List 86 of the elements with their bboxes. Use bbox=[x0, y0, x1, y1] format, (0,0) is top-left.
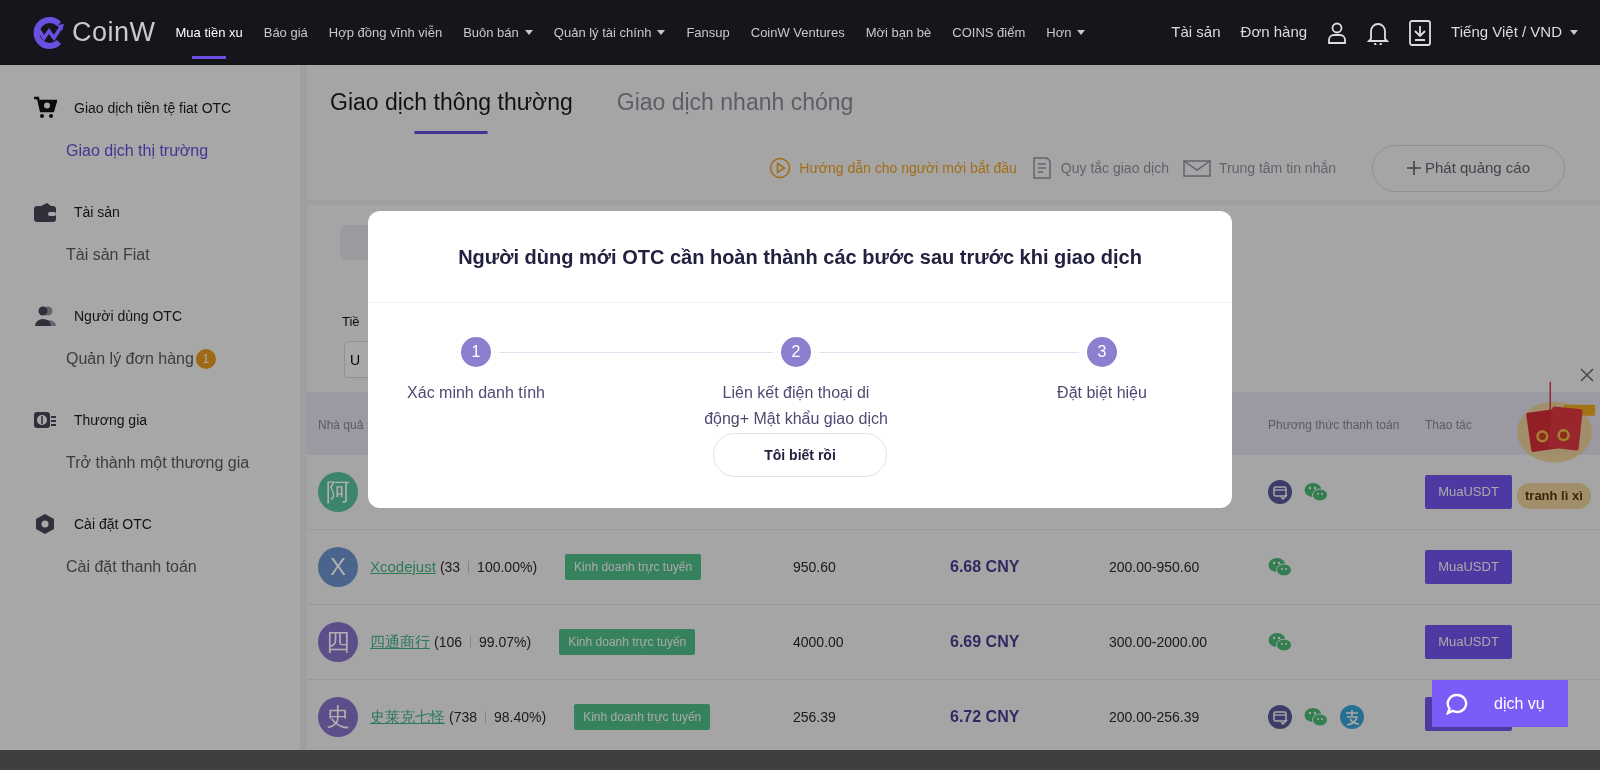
plus-icon bbox=[1406, 161, 1421, 175]
toolbar-link[interactable]: Trung tâm tin nhắn bbox=[1219, 157, 1336, 179]
sidebar-heading: Tài sản bbox=[74, 202, 120, 222]
buy-button[interactable]: MuaUSDT bbox=[1425, 550, 1512, 584]
column-header: Thao tác bbox=[1425, 417, 1472, 432]
account-link[interactable]: Tài sản bbox=[1171, 21, 1221, 44]
avatar: 阿 bbox=[318, 472, 358, 512]
table-cell: 256.39 bbox=[793, 709, 836, 725]
order-count: (106 bbox=[434, 632, 463, 652]
completion-rate: 98.40%) bbox=[494, 707, 547, 727]
status-tag: Kinh doanh trực tuyến bbox=[565, 554, 702, 580]
caret-icon bbox=[657, 30, 666, 35]
nav-link[interactable]: CoinW Ventures bbox=[750, 0, 845, 65]
caret-icon bbox=[1077, 30, 1086, 35]
toolbar-link[interactable]: Quy tắc giao dịch bbox=[1060, 157, 1169, 179]
count-badge: 1 bbox=[195, 349, 216, 369]
completion-rate: 100.00%) bbox=[477, 557, 538, 577]
caret-icon bbox=[1570, 30, 1578, 35]
buy-button[interactable]: MuaUSDT bbox=[1425, 625, 1512, 659]
step-number: 1 bbox=[461, 337, 491, 367]
nav-link[interactable]: Hơn bbox=[1046, 0, 1086, 65]
play-icon bbox=[769, 157, 792, 179]
bell-icon[interactable] bbox=[1367, 20, 1390, 45]
status-tag: Kinh doanh trực tuyến bbox=[574, 704, 711, 730]
column-header: Phương thức thanh toán bbox=[1268, 417, 1400, 432]
users-icon bbox=[33, 304, 57, 328]
step-label: Liên kết điện thoại di động+ Mật khẩu giao dịch bbox=[703, 383, 889, 429]
download-icon[interactable] bbox=[1409, 19, 1432, 46]
avatar: X bbox=[318, 547, 358, 587]
order-count: (33 bbox=[439, 557, 461, 577]
nav-link[interactable]: Fansup bbox=[686, 0, 730, 65]
wallet-icon bbox=[33, 200, 57, 224]
caret-icon bbox=[524, 30, 533, 35]
nav-link[interactable]: Buôn bán bbox=[463, 0, 533, 65]
account-link[interactable]: Đơn hàng bbox=[1240, 21, 1308, 44]
sidebar-link[interactable]: Trở thành một thương gia bbox=[33, 451, 300, 475]
settings-icon bbox=[33, 512, 57, 536]
tab[interactable]: Giao dịch nhanh chóng bbox=[616, 85, 854, 134]
column-header: Nhà quả bbox=[318, 417, 364, 432]
price-cell: 6.72 CNY bbox=[950, 708, 1020, 725]
user-icon[interactable] bbox=[1327, 21, 1348, 44]
table-cell: 200.00-256.39 bbox=[1109, 709, 1200, 725]
table-cell: 4000.00 bbox=[793, 634, 844, 650]
sidebar-link[interactable]: Tài sản Fiat bbox=[33, 243, 300, 267]
dialog-title: Người dùng mới OTC cần hoàn thành các bước sau trước khi giao dịch bbox=[368, 211, 1232, 303]
step-label: Đặt biệt hiệu bbox=[1057, 383, 1147, 403]
sidebar-heading: Giao dịch tiền tệ fiat OTC bbox=[74, 98, 232, 118]
sidebar-heading: Thương gia bbox=[74, 410, 148, 430]
step-label: Xác minh danh tính bbox=[407, 383, 545, 403]
price-cell: 6.68 CNY bbox=[950, 558, 1020, 575]
step-number: 3 bbox=[1087, 337, 1117, 367]
sidebar-link[interactable]: Quản lý đơn hàng 1 bbox=[33, 347, 300, 371]
confirm-button[interactable]: Tôi biết rồi bbox=[713, 433, 887, 477]
table-cell: 200.00-950.60 bbox=[1109, 559, 1200, 575]
sidebar-link[interactable]: Giao dịch thị trường bbox=[33, 139, 300, 163]
status-tag: Kinh doanh trực tuyến bbox=[559, 629, 696, 655]
nav-link[interactable]: Mời bạn bè bbox=[865, 0, 932, 65]
avatar: 史 bbox=[318, 697, 358, 737]
filter-label: Tiề bbox=[341, 313, 360, 331]
close-icon[interactable] bbox=[1580, 368, 1594, 382]
order-count: (738 bbox=[449, 707, 478, 727]
logo-text[interactable]: CoinW bbox=[72, 12, 156, 53]
document-icon bbox=[1030, 157, 1053, 179]
sidebar-heading: Cài đặt OTC bbox=[74, 514, 152, 534]
nav-link[interactable]: Quản lý tài chính bbox=[553, 0, 666, 65]
tab[interactable]: Giao dịch thông thường bbox=[330, 85, 573, 134]
price-cell: 6.69 CNY bbox=[950, 633, 1020, 650]
avatar: 四 bbox=[318, 622, 358, 662]
step-number: 2 bbox=[781, 337, 811, 367]
nav-link[interactable]: Báo giá bbox=[263, 0, 308, 65]
buy-button[interactable]: MuaUSDT bbox=[1425, 475, 1512, 509]
nav-link[interactable]: Hợp đồng vĩnh viễn bbox=[328, 0, 443, 65]
nav-link[interactable]: Mua tiền xu bbox=[175, 0, 243, 65]
sidebar-link[interactable]: Cài đặt thanh toán bbox=[33, 555, 300, 579]
promo-label[interactable]: tranh lì xì bbox=[1517, 483, 1591, 509]
nav-link[interactable]: COINS điểm bbox=[952, 0, 1026, 65]
chat-icon bbox=[1446, 692, 1468, 715]
sidebar-heading: Người dùng OTC bbox=[74, 306, 183, 326]
mail-icon bbox=[1183, 157, 1211, 179]
chat-button[interactable]: dịch vụ bbox=[1432, 680, 1568, 727]
language-selector[interactable]: Tiếng Việt / VND bbox=[1451, 21, 1578, 44]
scrollbar[interactable] bbox=[0, 750, 1600, 770]
table-cell: 300.00-2000.00 bbox=[1109, 634, 1208, 650]
completion-rate: 99.07%) bbox=[479, 632, 532, 652]
table-cell: 950.60 bbox=[793, 559, 836, 575]
cart-icon bbox=[33, 96, 57, 120]
